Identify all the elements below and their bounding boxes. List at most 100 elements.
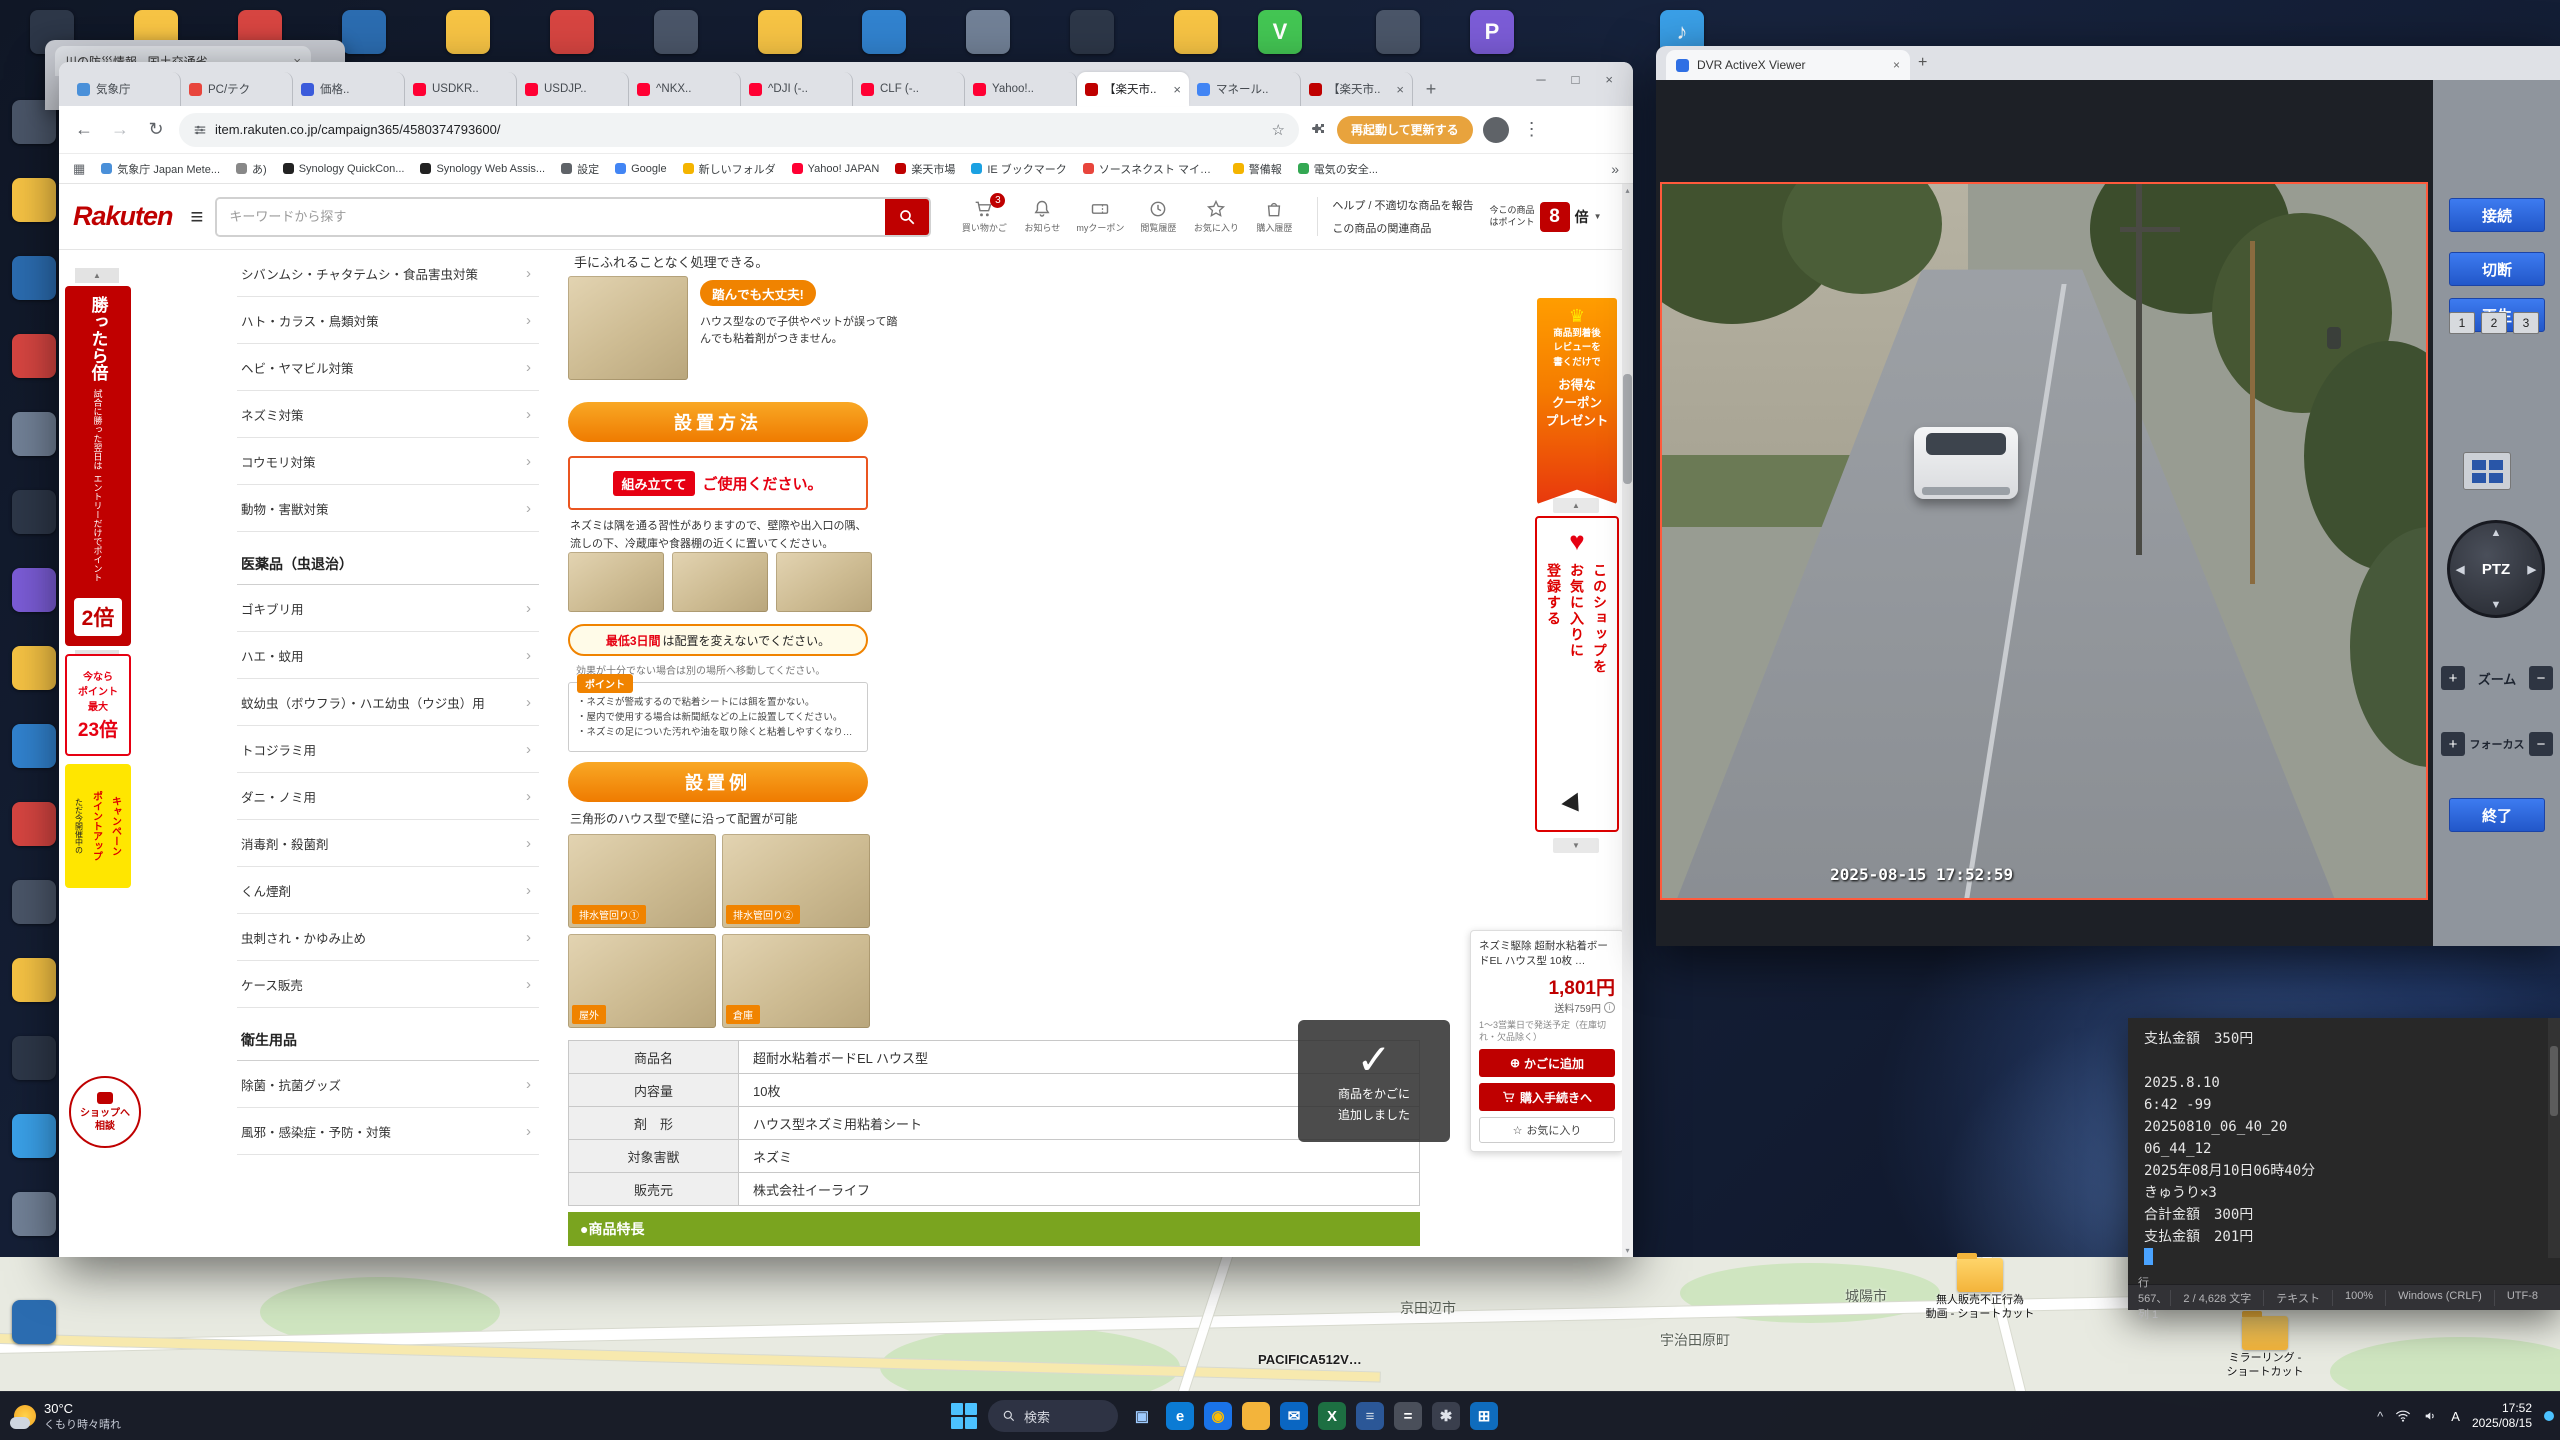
dvr-tab[interactable]: DVR ActiveX Viewer × (1666, 50, 1910, 80)
bookmark-item[interactable]: 気象庁 Japan Mete... (101, 161, 220, 177)
weather-widget[interactable]: 30°C くもり時々晴れ (0, 1392, 135, 1440)
disconnect-button[interactable]: 切断 (2449, 252, 2545, 286)
grid-view-button[interactable] (2463, 452, 2511, 490)
bookmark-item[interactable]: IE ブックマーク (971, 161, 1067, 177)
desktop-icon[interactable] (12, 256, 56, 300)
wifi-icon[interactable] (2395, 1408, 2411, 1424)
close-button[interactable]: × (1605, 72, 1613, 87)
browser-tab[interactable]: 【楽天市.. × (1077, 72, 1189, 106)
search-button[interactable] (885, 198, 930, 235)
tray-overflow-icon[interactable]: ^ (2377, 1409, 2383, 1424)
point-rate-box[interactable]: 今この商品 はポイント 8 倍 ▼ (1490, 201, 1601, 232)
help-report-link[interactable]: ヘルプ / 不適切な商品を報告 (1332, 197, 1473, 213)
bookmark-item[interactable]: Yahoo! JAPAN (791, 161, 879, 177)
coupon-button[interactable]: myクーポン (1071, 199, 1129, 234)
browser-menu-icon[interactable]: ⋮ (1519, 119, 1545, 140)
desktop-icon[interactable] (342, 10, 386, 54)
promo-banner-win2x[interactable]: 勝ったら倍 試合に勝った翌日は エントリーだけでポイント 2倍 (65, 286, 131, 646)
sidebar-category-item[interactable]: コウモリ対策 › (237, 438, 539, 485)
promo-banner-point23[interactable]: 今なら ポイント 最大 23倍 (65, 654, 131, 756)
taskbar-app-icon[interactable]: ✱ (1432, 1402, 1460, 1430)
sidebar-category-item[interactable]: 風邪・感染症・予防・対策 › (237, 1108, 539, 1155)
favorite-button[interactable]: ☆ お気に入り (1479, 1117, 1615, 1144)
back-button[interactable]: ← (71, 119, 97, 140)
ptz-left-icon[interactable]: ◀ (2456, 563, 2464, 576)
bookmark-item[interactable]: 警備報 (1232, 161, 1282, 177)
browser-tab[interactable]: 気象庁 (69, 72, 181, 106)
bookmarks-overflow-icon[interactable]: » (1611, 161, 1619, 177)
taskbar-search[interactable]: 検索 (988, 1400, 1118, 1432)
desktop-icon[interactable] (12, 1114, 56, 1158)
desktop-icon[interactable] (446, 10, 490, 54)
speaker-icon[interactable] (2423, 1408, 2439, 1424)
ptz-right-icon[interactable]: ▶ (2528, 563, 2536, 576)
banner-carousel-up[interactable]: ▲ (75, 268, 119, 283)
desktop-icon[interactable] (12, 646, 56, 690)
desktop-icon[interactable] (1174, 10, 1218, 54)
banner-carousel-up[interactable]: ▲ (1553, 498, 1599, 513)
new-tab-button[interactable]: + (1918, 54, 1927, 72)
product-title[interactable]: ネズミ駆除 超耐水粘着ボードEL ハウス型 10枚 … (1479, 939, 1615, 969)
taskbar-clock[interactable]: 17:52 2025/08/15 (2472, 1401, 2532, 1431)
site-info-icon[interactable] (193, 123, 207, 137)
tab-close-icon[interactable]: × (1173, 82, 1181, 97)
desktop-icon[interactable] (12, 724, 56, 768)
taskbar-app-icon[interactable]: X (1318, 1402, 1346, 1430)
related-items-link[interactable]: この商品の関連商品 (1332, 220, 1473, 236)
sidebar-category-item[interactable]: 動物・害獣対策 › (237, 485, 539, 532)
ime-indicator[interactable]: A (2451, 1409, 2460, 1424)
history-button[interactable]: 閲覧履歴 (1129, 199, 1187, 234)
review-coupon-banner[interactable]: ♛ 商品到着後 レビューを 書くだけで お得な クーポン プレゼント (1537, 298, 1617, 504)
bookmark-star-icon[interactable]: ☆ (1272, 121, 1285, 139)
notepad-scrollbar[interactable] (2548, 1018, 2560, 1258)
taskbar-app-icon[interactable] (1242, 1402, 1270, 1430)
desktop-icon[interactable] (12, 1300, 56, 1344)
taskbar-app-icon[interactable]: = (1394, 1402, 1422, 1430)
desktop-icon[interactable] (12, 880, 56, 924)
add-to-cart-button[interactable]: ⊕ かごに追加 (1479, 1049, 1615, 1078)
banner-carousel-down[interactable]: ▼ (1553, 838, 1599, 853)
scrollbar-thumb[interactable] (1623, 374, 1632, 484)
desktop-icon[interactable] (12, 334, 56, 378)
bookmark-item[interactable]: ソースネクスト マイページ (1082, 161, 1217, 177)
browser-tab[interactable]: ^NKX.. (629, 72, 741, 106)
browser-tab[interactable]: 価格.. (293, 72, 405, 106)
taskbar-app-icon[interactable]: ≡ (1356, 1402, 1384, 1430)
camera-view[interactable]: 2025-08-15 17:52:59 (1660, 182, 2428, 900)
desktop-icon[interactable] (862, 10, 906, 54)
desktop-shortcut-mirroring[interactable]: ミラーリング - ショートカット (2190, 1311, 2340, 1380)
favorites-button[interactable]: お気に入り (1187, 199, 1245, 234)
exit-button[interactable]: 終了 (2449, 798, 2545, 832)
browser-tab[interactable]: PC/テク (181, 72, 293, 106)
desktop-icon[interactable] (758, 10, 802, 54)
taskbar-app-icon[interactable]: ◉ (1204, 1402, 1232, 1430)
desktop-icon[interactable] (12, 490, 56, 534)
connect-button[interactable]: 接続 (2449, 198, 2545, 232)
sidebar-category-item[interactable]: ダニ・ノミ用 › (237, 773, 539, 820)
browser-tab[interactable]: USDJP.. (517, 72, 629, 106)
sidebar-category-item[interactable]: トコジラミ用 › (237, 726, 539, 773)
browser-tab[interactable]: 【楽天市.. × (1301, 72, 1413, 106)
taskbar-app-icon[interactable]: e (1166, 1402, 1194, 1430)
new-tab-button[interactable]: + (1417, 75, 1445, 103)
desktop-icon[interactable] (1070, 10, 1114, 54)
address-bar[interactable]: item.rakuten.co.jp/campaign365/458037479… (179, 112, 1299, 147)
taskbar-app-icon[interactable]: ⊞ (1470, 1402, 1498, 1430)
browser-tab[interactable]: CLF (-.. (853, 72, 965, 106)
bookmark-item[interactable]: 電気の安全... (1297, 161, 1378, 177)
scrollbar-down-icon[interactable]: ▾ (1622, 1244, 1633, 1257)
shop-consult-button[interactable]: ショップへ 相談 (69, 1076, 141, 1148)
sidebar-category-item[interactable]: くん煙剤 › (237, 867, 539, 914)
desktop-icon[interactable]: P (1470, 10, 1514, 54)
desktop-icon[interactable] (12, 802, 56, 846)
search-input[interactable] (217, 198, 886, 235)
profile-avatar[interactable] (1482, 116, 1509, 143)
tab-close-icon[interactable]: × (1396, 82, 1404, 97)
zoom-in-button[interactable]: + (2441, 666, 2465, 690)
sidebar-category-item[interactable]: ゴキブリ用 › (237, 585, 539, 632)
extensions-puzzle-icon[interactable] (1309, 121, 1327, 139)
notepad-text-area[interactable]: 支払金額 350円 2025.8.10 6:42 -99 20250810_06_40… (2128, 1018, 2560, 1284)
sidebar-category-item[interactable]: 蚊幼虫（ボウフラ）・ハエ幼虫（ウジ虫）用 › (237, 679, 539, 726)
apps-grid-icon[interactable]: ▦ (73, 161, 85, 177)
browser-tab[interactable]: マネール.. (1189, 72, 1301, 106)
